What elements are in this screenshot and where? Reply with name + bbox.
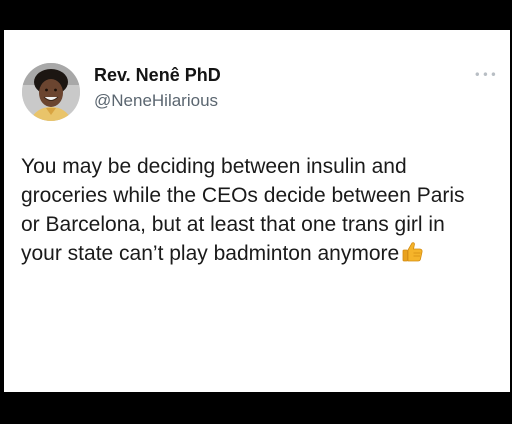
more-options-icon[interactable]: ••• [474, 68, 498, 82]
tweet-text-last-line: your state can’t play badminton anymore [21, 239, 499, 272]
tweet-text-line: your state can’t play badminton anymore [21, 242, 400, 265]
screenshot-frame: Rev. Nenê PhD @NeneHilarious ••• You may… [0, 0, 512, 424]
tweet-text-line: groceries while the CEOs decide between … [21, 184, 465, 207]
author-handle[interactable]: @NeneHilarious [94, 91, 218, 111]
tweet-card[interactable]: Rev. Nenê PhD @NeneHilarious ••• You may… [4, 30, 510, 392]
tweet-text-line: or Barcelona, but at least that one tran… [21, 213, 445, 236]
avatar[interactable] [22, 63, 80, 121]
thumbs-up-icon [401, 240, 425, 272]
author-name[interactable]: Rev. Nenê PhD [94, 65, 221, 86]
avatar-image [22, 63, 80, 121]
tweet-text: You may be deciding between insulin and … [21, 152, 499, 272]
tweet-text-line: You may be deciding between insulin and [21, 155, 407, 178]
